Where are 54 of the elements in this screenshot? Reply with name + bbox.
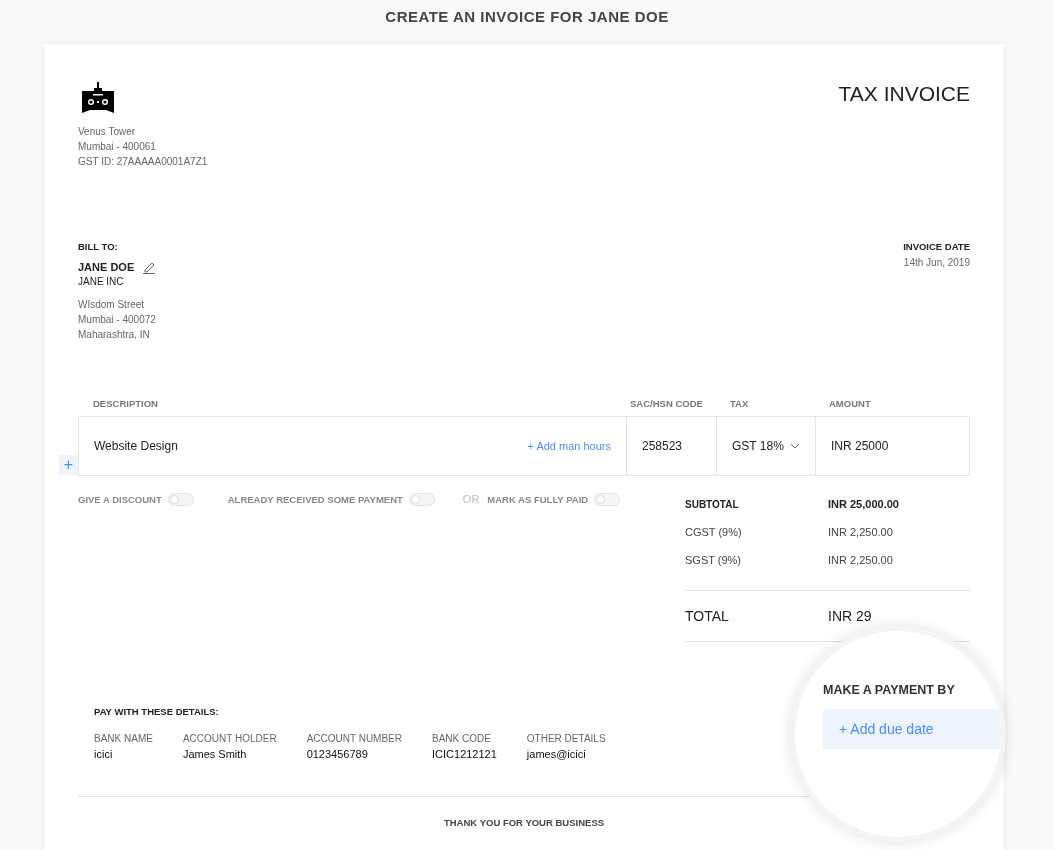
payment-field-value: ICIC1212121	[432, 748, 497, 760]
page-title: CREATE AN INVOICE FOR JANE DOE	[384, 7, 670, 27]
edit-icon[interactable]	[142, 260, 157, 274]
customer-address-line: Mumbai - 400072	[78, 313, 157, 327]
column-header: AMOUNT	[828, 398, 872, 411]
amount-cell: INR 25000	[815, 417, 969, 475]
total-label: CGST (9%)	[685, 526, 743, 538]
add-man-hours-link[interactable]: + Add man hours	[527, 440, 611, 452]
payment-field-label: ACCOUNT HOLDER	[182, 732, 277, 746]
total-value: INR 2,250.00	[828, 526, 893, 538]
bill-to-label: BILL TO:	[78, 241, 119, 252]
toggle-label: GIVE A DISCOUNT	[78, 493, 162, 505]
document-title: TAX INVOICE	[838, 82, 970, 106]
payment-field-value: James Smith	[182, 748, 248, 760]
toggle-label: ALREADY RECEIVED SOME PAYMENT	[227, 493, 403, 505]
code-cell: 258523	[626, 417, 716, 475]
column-header: DESCRIPTION	[92, 398, 159, 411]
item-description: Website Design	[94, 439, 178, 453]
toggle-label: MARK AS FULLY PAID	[487, 493, 589, 505]
customer-company: JANE INC	[78, 275, 125, 289]
payment-field-label: BANK CODE	[432, 732, 492, 746]
payment-details-title: PAY WITH THESE DETAILS:	[94, 706, 220, 717]
toggle-switch[interactable]	[408, 492, 435, 506]
payment-field-label: BANK NAME	[94, 732, 153, 746]
seller-address-line: Mumbai - 400061	[78, 140, 157, 154]
tax-select[interactable]: GST 18%	[732, 439, 784, 453]
customer-address-line: Maharashtra, IN	[78, 328, 151, 342]
invoice-date: 14th Jun, 2019	[903, 256, 970, 270]
add-row-button[interactable]: +	[59, 455, 78, 475]
payment-field-label: ACCOUNT NUMBER	[306, 732, 402, 746]
toggle-switch[interactable]	[594, 492, 621, 506]
seller-address-line: Venus Tower	[78, 125, 137, 139]
column-header: TAX	[729, 398, 750, 411]
chevron-down-icon[interactable]	[790, 443, 800, 449]
column-header: SAC/HSN CODE	[629, 398, 704, 411]
toggle-switch[interactable]	[167, 492, 194, 506]
or-separator: OR	[461, 493, 480, 505]
payment-field-value: 0123456789	[306, 748, 369, 760]
payment-field-label: OTHER DETAILS	[526, 732, 606, 746]
customer-name: JANE DOE	[78, 261, 135, 273]
total-label: SUBTOTAL	[685, 498, 740, 510]
invoice-date-label: INVOICE DATE	[903, 241, 970, 252]
total-value: INR 29	[828, 608, 872, 624]
customer-address-line: WIsdom Street	[78, 298, 146, 312]
total-label: SGST (9%)	[685, 554, 743, 566]
seller-address-line: GST ID: 27AAAAA0001A7Z1	[78, 155, 208, 169]
make-payment-title: MAKE A PAYMENT BY	[823, 683, 956, 697]
total-value: INR 25,000.00	[828, 498, 899, 510]
add-due-date-button[interactable]: + Add due date	[823, 709, 1001, 749]
remote-control-icon	[80, 80, 116, 116]
total-label: TOTAL	[685, 608, 730, 624]
payment-field-value: icici	[94, 748, 114, 760]
total-value: INR 2,250.00	[828, 554, 893, 566]
payment-field-value: james@icici	[526, 748, 587, 760]
